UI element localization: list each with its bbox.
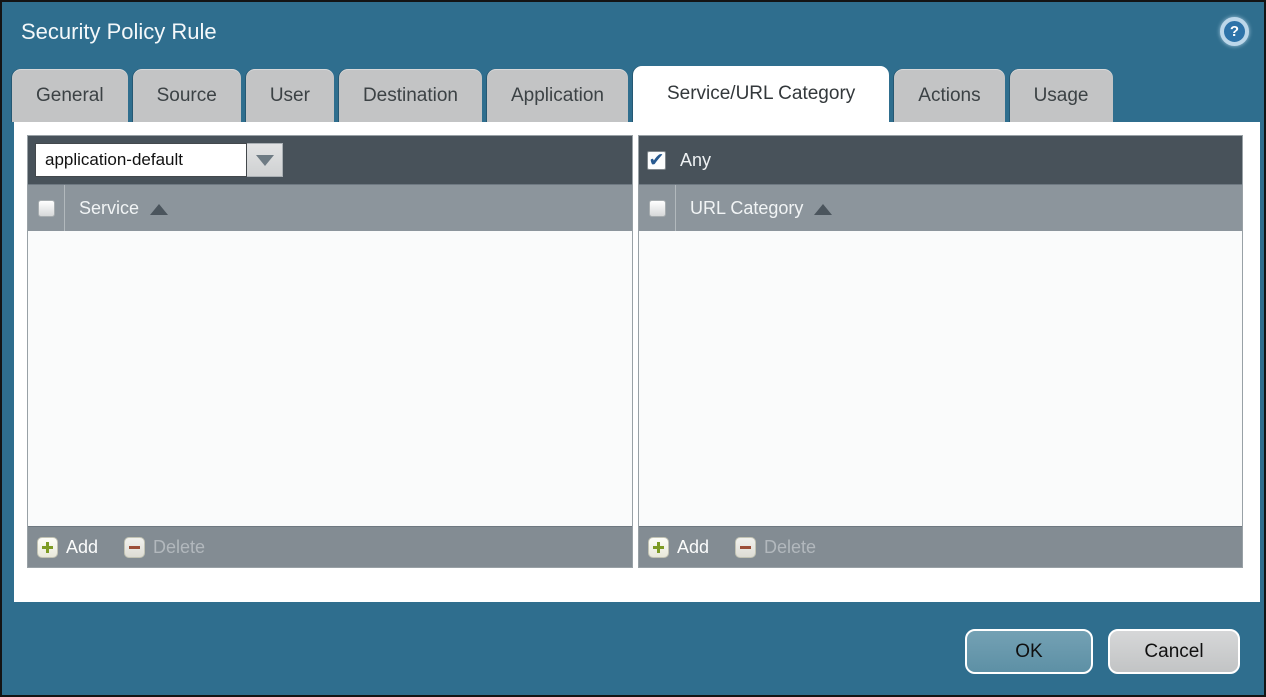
- ok-button[interactable]: OK: [965, 629, 1093, 674]
- url-table-header: URL Category: [639, 184, 1242, 231]
- service-column-label: Service: [79, 198, 139, 219]
- security-policy-rule-dialog: Security Policy Rule ? General Source Us…: [0, 0, 1266, 697]
- add-button-label: Add: [66, 537, 98, 558]
- url-add-button[interactable]: Add: [648, 537, 709, 558]
- tab-actions[interactable]: Actions: [894, 69, 1004, 122]
- sort-ascending-icon: [814, 204, 832, 215]
- service-list-empty: [28, 231, 632, 526]
- service-table-header: Service: [28, 184, 632, 231]
- service-panel: Service Add Delete: [27, 135, 633, 568]
- url-column-header[interactable]: URL Category: [690, 198, 832, 219]
- plus-icon: [648, 537, 669, 558]
- sort-ascending-icon: [150, 204, 168, 215]
- url-column-label: URL Category: [690, 198, 803, 219]
- add-button-label: Add: [677, 537, 709, 558]
- tab-usage[interactable]: Usage: [1010, 69, 1113, 122]
- cancel-button[interactable]: Cancel: [1108, 629, 1240, 674]
- minus-icon: [735, 537, 756, 558]
- service-select-all-cell: [28, 185, 65, 231]
- service-selector-bar: [28, 136, 632, 184]
- tab-service-url-category[interactable]: Service/URL Category: [633, 66, 889, 122]
- plus-icon: [37, 537, 58, 558]
- service-type-input[interactable]: [35, 143, 247, 177]
- tab-source[interactable]: Source: [133, 69, 241, 122]
- tab-bar: General Source User Destination Applicat…: [12, 69, 1113, 122]
- tab-destination[interactable]: Destination: [339, 69, 482, 122]
- service-type-dropdown-button[interactable]: [247, 143, 283, 177]
- url-list-empty: [639, 231, 1242, 526]
- minus-icon: [124, 537, 145, 558]
- tab-content-area: Service Add Delete ✔ Any: [14, 122, 1260, 602]
- url-any-bar: ✔ Any: [639, 136, 1242, 184]
- tab-application[interactable]: Application: [487, 69, 628, 122]
- url-select-all-cell: [639, 185, 676, 231]
- service-footer-bar: Add Delete: [28, 526, 632, 567]
- service-add-button[interactable]: Add: [37, 537, 98, 558]
- url-footer-bar: Add Delete: [639, 526, 1242, 567]
- any-checkbox[interactable]: ✔: [647, 151, 666, 170]
- help-icon[interactable]: ?: [1220, 17, 1249, 46]
- tab-user[interactable]: User: [246, 69, 334, 122]
- service-column-header[interactable]: Service: [79, 198, 168, 219]
- dialog-title: Security Policy Rule: [21, 19, 217, 45]
- delete-button-label: Delete: [153, 537, 205, 558]
- service-delete-button[interactable]: Delete: [124, 537, 205, 558]
- delete-button-label: Delete: [764, 537, 816, 558]
- url-category-panel: ✔ Any URL Category Add: [638, 135, 1243, 568]
- chevron-down-icon: [256, 155, 274, 166]
- service-select-all-checkbox[interactable]: [38, 200, 55, 217]
- url-delete-button[interactable]: Delete: [735, 537, 816, 558]
- url-select-all-checkbox[interactable]: [649, 200, 666, 217]
- tab-general[interactable]: General: [12, 69, 128, 122]
- any-label: Any: [680, 150, 711, 171]
